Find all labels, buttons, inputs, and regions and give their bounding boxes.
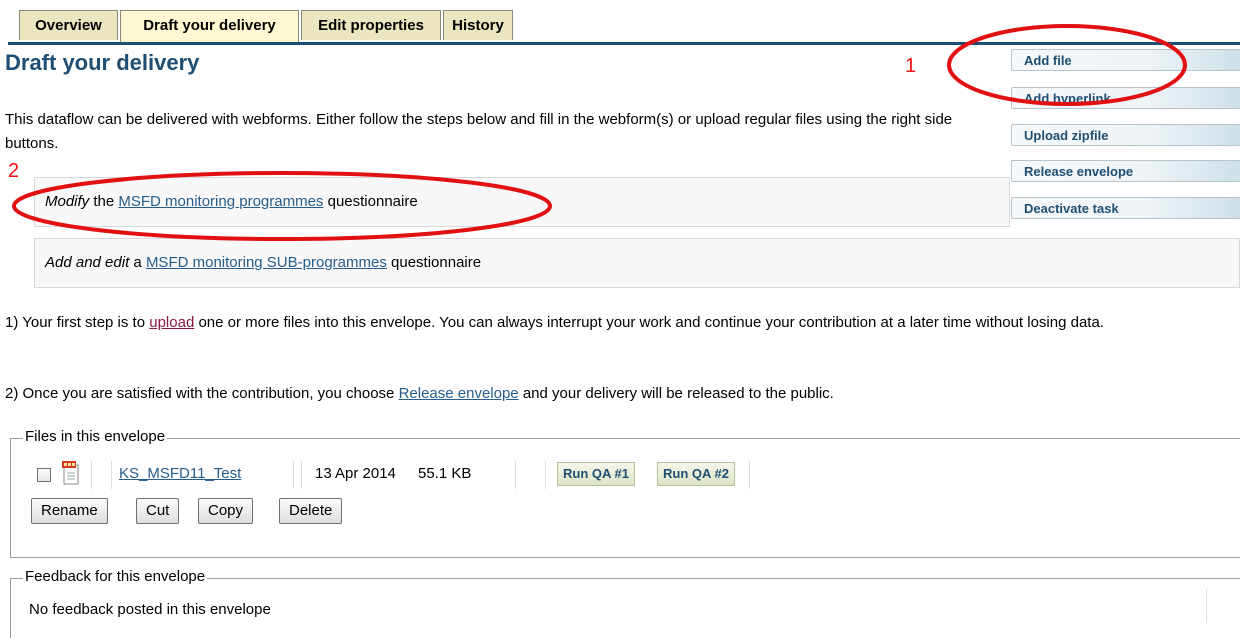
questionnaire-text: a (129, 254, 146, 271)
step-text: 2) Once you are satisfied with the contr… (5, 385, 399, 402)
step-text: one or more files into this envelope. Yo… (194, 314, 1104, 331)
annotation-circle-1 (947, 24, 1187, 106)
file-size: 55.1 KB (418, 465, 472, 482)
step-1-text: 1) Your first step is to upload one or m… (5, 311, 1240, 335)
upload-link[interactable]: upload (149, 314, 194, 331)
column-divider (515, 461, 516, 489)
questionnaire-action-label: Add and edit (45, 254, 130, 271)
column-divider (293, 461, 294, 489)
file-row: KS_MSFD11_Test 13 Apr 2014 55.1 KB Run Q… (37, 459, 777, 493)
column-divider (749, 461, 750, 489)
msfd-monitoring-sub-programmes-link[interactable]: MSFD monitoring SUB-programmes (146, 254, 387, 271)
xml-file-icon (62, 461, 79, 485)
files-fieldset: Files in this envelope KS_MSFD11_Test 13… (10, 428, 1240, 558)
tab-overview[interactable]: Overview (19, 10, 118, 40)
run-qa-1-button[interactable]: Run QA #1 (557, 462, 635, 486)
step-text: and your delivery will be released to th… (518, 385, 834, 402)
step-2-text: 2) Once you are satisfied with the contr… (5, 382, 834, 406)
page-title: Draft your delivery (5, 50, 200, 75)
feedback-divider (1206, 589, 1207, 623)
files-legend: Files in this envelope (23, 428, 168, 445)
column-divider (91, 461, 92, 489)
step-text: 1) Your first step is to (5, 314, 150, 331)
intro-text: This dataflow can be delivered with webf… (5, 111, 953, 152)
tab-history[interactable]: History (443, 10, 513, 40)
upload-zipfile-button[interactable]: Upload zipfile (1011, 124, 1240, 146)
column-divider (111, 461, 112, 489)
annotation-label-1: 1 (905, 55, 917, 77)
run-qa-2-button[interactable]: Run QA #2 (657, 462, 735, 486)
column-divider (301, 461, 302, 489)
questionnaire-text: questionnaire (386, 254, 482, 271)
rename-button[interactable]: Rename (31, 498, 108, 524)
release-envelope-link[interactable]: Release envelope (399, 385, 519, 402)
tab-edit-properties[interactable]: Edit properties (301, 10, 441, 40)
column-divider (545, 461, 546, 489)
release-envelope-button[interactable]: Release envelope (1011, 160, 1240, 182)
file-checkbox[interactable] (37, 468, 51, 482)
copy-button[interactable]: Copy (198, 498, 254, 524)
cut-button[interactable]: Cut (136, 498, 180, 524)
file-name-link[interactable]: KS_MSFD11_Test (119, 465, 241, 482)
deactivate-task-button[interactable]: Deactivate task (1011, 197, 1240, 219)
delete-button[interactable]: Delete (279, 498, 343, 524)
file-date: 13 Apr 2014 (315, 465, 396, 482)
feedback-text: No feedback posted in this envelope (29, 601, 271, 618)
feedback-fieldset: Feedback for this envelope No feedback p… (10, 568, 1240, 638)
annotation-circle-2 (12, 171, 552, 241)
feedback-legend: Feedback for this envelope (23, 568, 208, 585)
tab-draft-your-delivery[interactable]: Draft your delivery (120, 10, 299, 43)
